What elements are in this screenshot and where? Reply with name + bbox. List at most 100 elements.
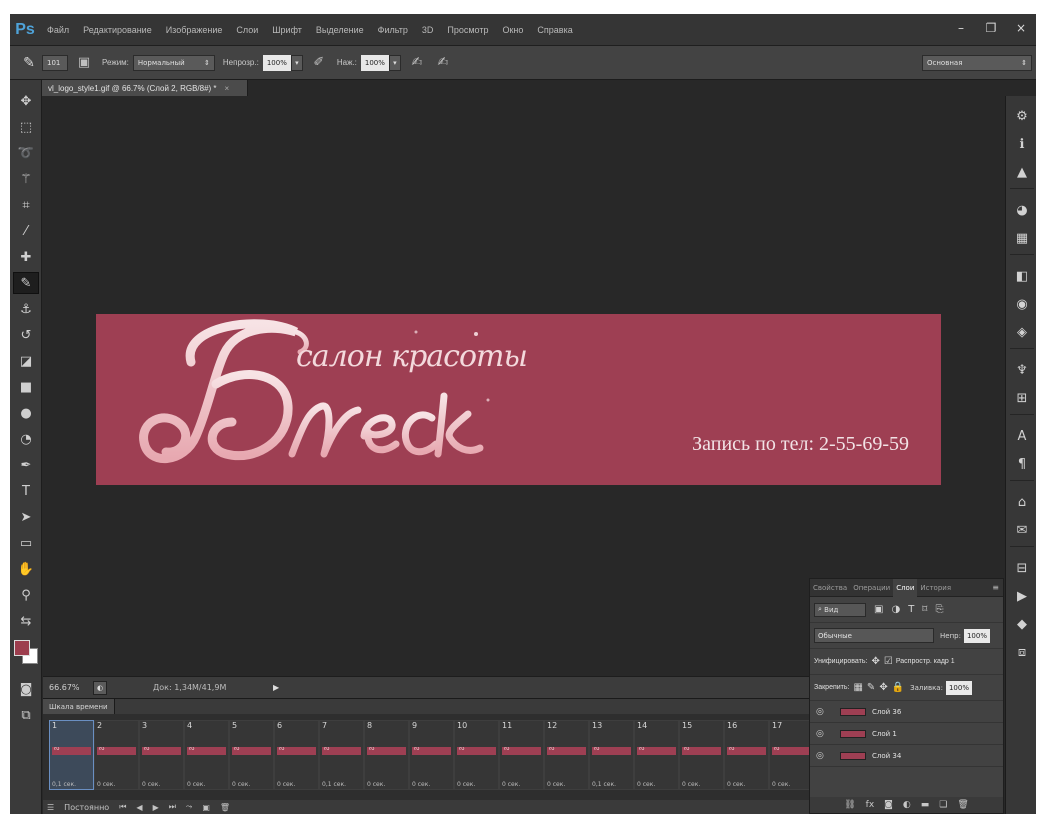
- menu-filter[interactable]: Фильтр: [371, 25, 415, 35]
- delete-layer-icon[interactable]: 🗑: [957, 800, 968, 810]
- clone-source-panel-icon[interactable]: ⊞: [1012, 388, 1032, 408]
- tab-layers[interactable]: Слои: [893, 578, 918, 597]
- menu-image[interactable]: Изображение: [159, 25, 230, 35]
- minimize-button[interactable]: –: [946, 14, 976, 42]
- brush-preset-icon[interactable]: ✎: [16, 51, 42, 75]
- opacity-input[interactable]: 100%: [262, 54, 291, 71]
- tab-history[interactable]: История: [917, 584, 954, 592]
- layers-panel-icon[interactable]: ◆: [1012, 614, 1032, 634]
- color-panel-icon[interactable]: ◕: [1012, 200, 1032, 220]
- shape-tool-icon[interactable]: ▭: [13, 532, 39, 554]
- timeline-frame[interactable]: 7 0,1 сек.: [319, 720, 364, 790]
- smart-object-filter-icon[interactable]: ⎘: [935, 604, 943, 615]
- timeline-frame[interactable]: 3 0 сек.: [139, 720, 184, 790]
- frame-delay[interactable]: 0 сек.: [637, 781, 655, 788]
- timeline-panel-icon[interactable]: ▶: [1012, 586, 1032, 606]
- eyedropper-tool-icon[interactable]: ⁄: [13, 220, 39, 242]
- timeline-frame[interactable]: 11 0 сек.: [499, 720, 544, 790]
- pixel-filter-icon[interactable]: ▣: [874, 604, 883, 615]
- new-layer-icon[interactable]: ❑: [939, 800, 947, 810]
- timeline-menu-icon[interactable]: ☰: [47, 803, 54, 812]
- menu-edit[interactable]: Редактирование: [76, 25, 159, 35]
- blend-mode-select[interactable]: Обычные: [814, 628, 934, 643]
- gradient-tool-icon[interactable]: ■: [13, 376, 39, 398]
- adjustments-panel-icon[interactable]: ◧: [1012, 266, 1032, 286]
- first-frame-icon[interactable]: ⏮: [119, 802, 126, 812]
- brush-size-picker[interactable]: 101: [42, 54, 68, 71]
- frame-delay[interactable]: 0 сек.: [772, 781, 790, 788]
- frame-delay[interactable]: 0 сек.: [367, 781, 385, 788]
- frame-delay[interactable]: 0 сек.: [502, 781, 520, 788]
- timeline-frame[interactable]: 15 0 сек.: [679, 720, 724, 790]
- foreground-color-swatch[interactable]: [14, 640, 30, 656]
- lock-position-icon[interactable]: ✥: [879, 682, 887, 693]
- brush-panel-icon[interactable]: ▣: [74, 53, 94, 73]
- visibility-eye-icon[interactable]: ◎: [816, 729, 828, 739]
- paragraph-panel-icon[interactable]: ¶: [1012, 454, 1032, 474]
- menu-layers[interactable]: Слои: [229, 25, 265, 35]
- timeline-frame[interactable]: 2 0 сек.: [94, 720, 139, 790]
- measurement-panel-icon[interactable]: ⊟: [1012, 558, 1032, 578]
- timeline-frame[interactable]: 14 0 сек.: [634, 720, 679, 790]
- new-group-icon[interactable]: ▬: [921, 800, 930, 810]
- tab-properties[interactable]: Свойства: [810, 584, 850, 592]
- prev-frame-icon[interactable]: ◀: [136, 803, 142, 812]
- adjustment-filter-icon[interactable]: ◑: [891, 604, 900, 615]
- histogram-panel-icon[interactable]: ▲: [1012, 162, 1032, 182]
- menu-help[interactable]: Справка: [530, 25, 579, 35]
- timeline-frame[interactable]: 10 0 сек.: [454, 720, 499, 790]
- layer-row[interactable]: ◎ Слой 34: [810, 745, 1003, 767]
- fx-icon[interactable]: fx: [866, 800, 875, 810]
- healing-brush-tool-icon[interactable]: ✚: [13, 246, 39, 268]
- timeline-frame[interactable]: 5 0 сек.: [229, 720, 274, 790]
- play-icon[interactable]: ▶: [153, 803, 159, 812]
- frame-delay[interactable]: 0 сек.: [142, 781, 160, 788]
- move-tool-icon[interactable]: ✥: [13, 90, 39, 112]
- layer-opacity-input[interactable]: 100%: [963, 628, 990, 643]
- pen-tool-icon[interactable]: ✒: [13, 454, 39, 476]
- tab-actions[interactable]: Операции: [850, 584, 893, 592]
- close-button[interactable]: ×: [1006, 14, 1036, 42]
- eraser-tool-icon[interactable]: ◪: [13, 350, 39, 372]
- layer-row[interactable]: ◎ Слой 1: [810, 723, 1003, 745]
- frame-delay[interactable]: 0 сек.: [727, 781, 745, 788]
- crop-tool-icon[interactable]: ⌗: [13, 194, 39, 216]
- swatches-panel-icon[interactable]: ▦: [1012, 228, 1032, 248]
- hand-tool-icon[interactable]: ✋: [13, 558, 39, 580]
- frame-delay[interactable]: 0 сек.: [412, 781, 430, 788]
- timeline-frame[interactable]: 8 0 сек.: [364, 720, 409, 790]
- clone-stamp-tool-icon[interactable]: ⚓: [13, 298, 39, 320]
- menu-view[interactable]: Просмотр: [440, 25, 495, 35]
- screen-mode-icon[interactable]: ⧉: [13, 704, 39, 726]
- quick-mask-icon[interactable]: ◙: [13, 678, 39, 700]
- timeline-frame[interactable]: 13 0,1 сек.: [589, 720, 634, 790]
- airbrush-icon[interactable]: ✍: [407, 53, 427, 73]
- lasso-tool-icon[interactable]: ➰: [13, 142, 39, 164]
- notes-panel-icon[interactable]: ✉: [1012, 520, 1032, 540]
- history-panel-icon[interactable]: ⚙: [1012, 106, 1032, 126]
- new-frame-icon[interactable]: ▣: [202, 803, 210, 812]
- frame-delay[interactable]: 0 сек.: [232, 781, 250, 788]
- frame-delay[interactable]: 0 сек.: [97, 781, 115, 788]
- status-options-icon[interactable]: ◐: [93, 680, 107, 695]
- frame-delay[interactable]: 0 сек.: [187, 781, 205, 788]
- mode-select[interactable]: Нормальный ⇕: [132, 54, 215, 71]
- blur-tool-icon[interactable]: ●: [13, 402, 39, 424]
- visibility-eye-icon[interactable]: ◎: [816, 707, 828, 717]
- workspace-select[interactable]: Основная ⇕: [922, 55, 1032, 71]
- flow-input[interactable]: 100%: [360, 54, 389, 71]
- dodge-tool-icon[interactable]: ◔: [13, 428, 39, 450]
- propagate-checkbox[interactable]: ☑: [884, 656, 893, 667]
- loop-select[interactable]: Постоянно: [64, 803, 109, 812]
- frame-delay[interactable]: 0 сек.: [547, 781, 565, 788]
- menu-file[interactable]: Файл: [40, 25, 76, 35]
- shape-filter-icon[interactable]: ⌑: [922, 604, 927, 615]
- pressure-opacity-icon[interactable]: ✐: [309, 53, 329, 73]
- frame-delay[interactable]: 0 сек.: [682, 781, 700, 788]
- next-frame-icon[interactable]: ⏭: [169, 802, 176, 812]
- menu-type[interactable]: Шрифт: [265, 25, 309, 35]
- menu-window[interactable]: Окно: [495, 25, 530, 35]
- layer-row[interactable]: ◎ Слой 36: [810, 701, 1003, 723]
- timeline-frame[interactable]: 17 0 сек.: [769, 720, 809, 790]
- pressure-size-icon[interactable]: ✍: [433, 53, 453, 73]
